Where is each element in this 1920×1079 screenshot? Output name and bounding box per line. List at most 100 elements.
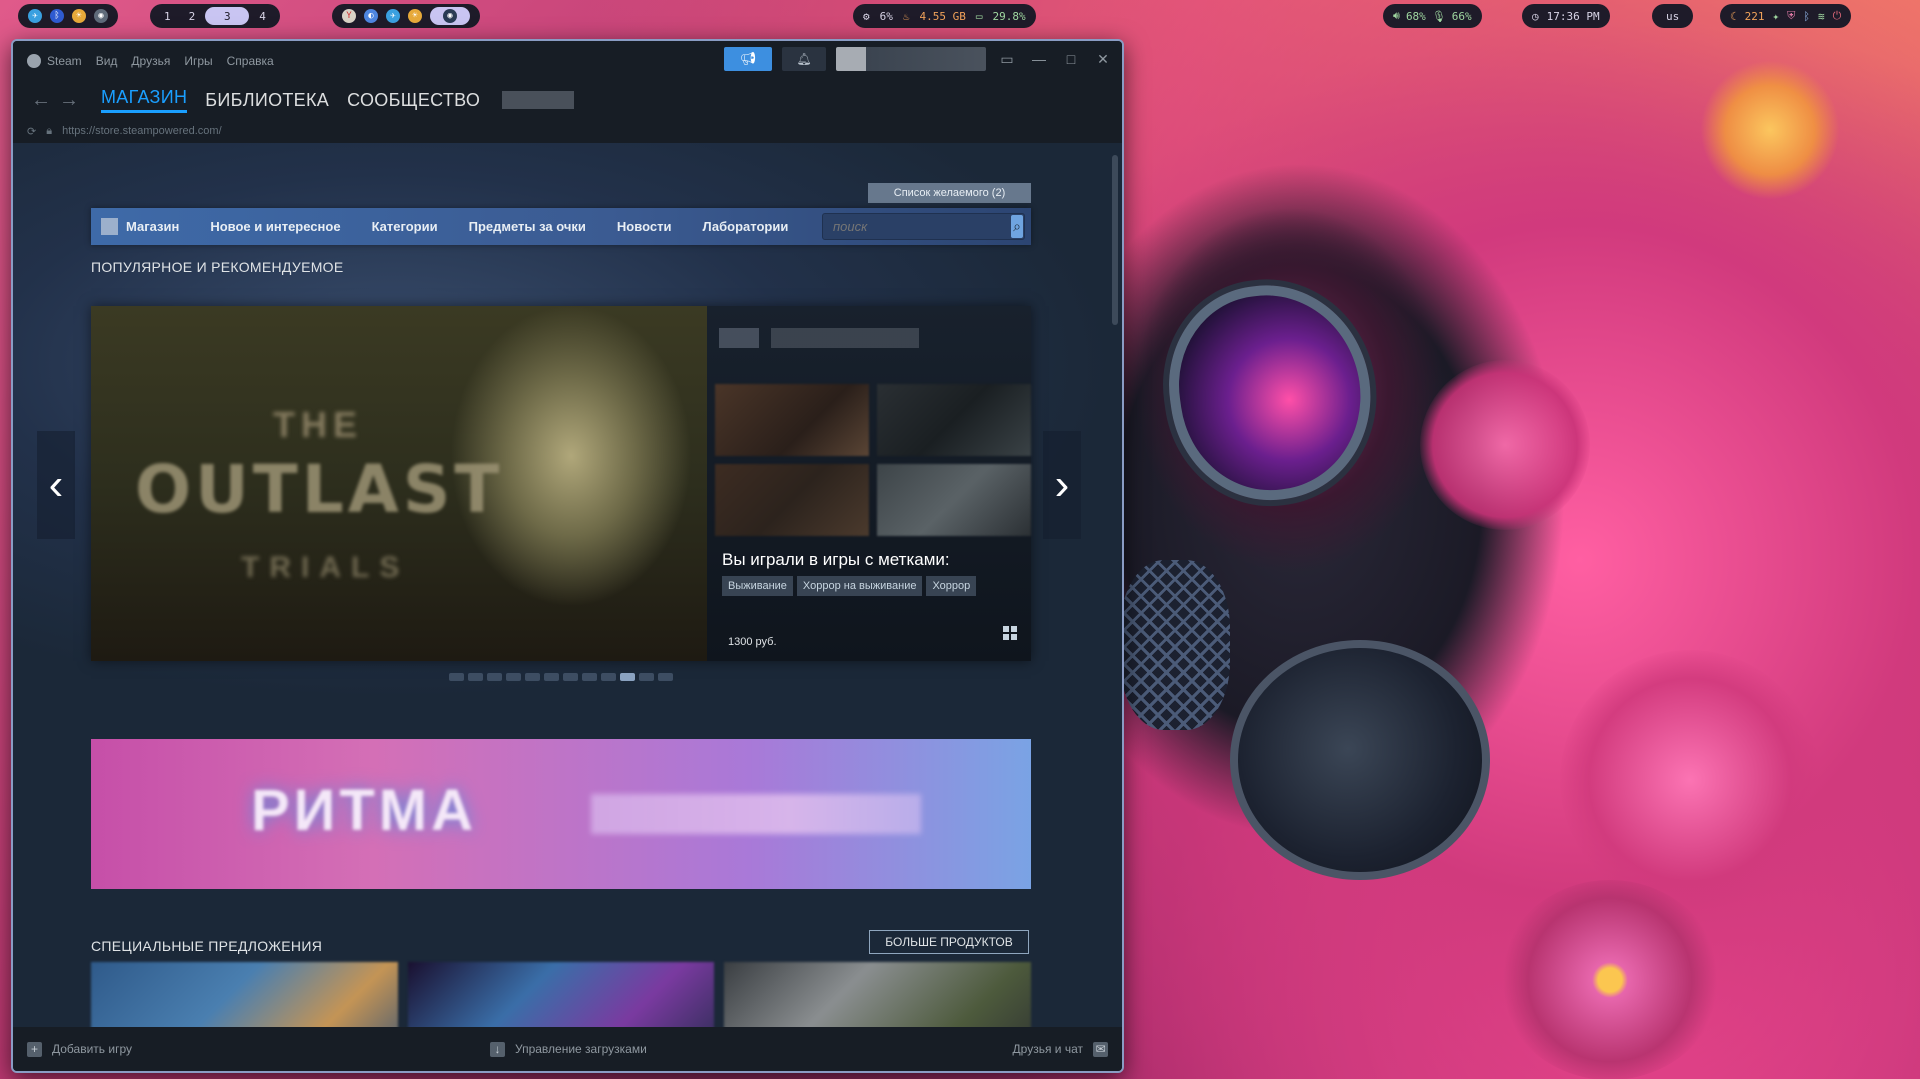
wifi-icon[interactable]: ≋ bbox=[1818, 10, 1825, 23]
more-products-button[interactable]: БОЛЬШЕ ПРОДУКТОВ bbox=[869, 930, 1029, 954]
search-icon: ⌕ bbox=[1013, 218, 1021, 234]
bluetooth-icon[interactable]: ᛒ bbox=[1803, 10, 1810, 23]
menu-help[interactable]: Справка bbox=[227, 54, 274, 68]
system-monitor: ⚙ 6% ♨ 4.55 GB ▭ 29.8% bbox=[853, 4, 1036, 28]
steam-tray-icon[interactable]: ◉ bbox=[94, 9, 108, 23]
notification-icon[interactable]: ☾ bbox=[1730, 10, 1737, 23]
tab-profile[interactable] bbox=[502, 91, 575, 109]
yandex-icon[interactable]: Y bbox=[342, 9, 356, 23]
audio-widget[interactable]: 🔊︎ 68% 🎙︎ 66% bbox=[1383, 4, 1482, 28]
carousel-dot[interactable] bbox=[658, 673, 673, 681]
workspace-2[interactable]: 2 bbox=[181, 7, 204, 25]
telegram-icon[interactable]: ✈ bbox=[28, 9, 42, 23]
screenshot-thumbnail[interactable] bbox=[877, 384, 1031, 456]
bluetooth-icon[interactable]: ᛒ bbox=[50, 9, 64, 23]
carousel-dot[interactable] bbox=[449, 673, 464, 681]
menu-games[interactable]: Игры bbox=[184, 54, 212, 68]
announcements-button[interactable]: 📢︎ bbox=[724, 47, 772, 71]
steam-footer: + Добавить игру ↓ Управление загрузками … bbox=[13, 1027, 1122, 1071]
close-button[interactable]: ✕ bbox=[1092, 51, 1114, 68]
store-home-icon bbox=[101, 218, 118, 235]
battery-icon: ▭ bbox=[975, 9, 983, 23]
tray-apps-center: Y ◐ ✈ ☀ ◉ bbox=[332, 4, 480, 28]
store-nav-store[interactable]: Магазин bbox=[126, 219, 179, 234]
store-nav-points[interactable]: Предметы за очки bbox=[469, 219, 586, 234]
page-scrollbar[interactable] bbox=[1112, 155, 1118, 325]
menu-view[interactable]: Вид bbox=[96, 54, 118, 68]
steam-menu: Steam Вид Друзья Игры Справка bbox=[13, 54, 274, 69]
carousel-dot[interactable] bbox=[601, 673, 616, 681]
minimize-button[interactable]: — bbox=[1028, 51, 1050, 67]
carousel-dot[interactable] bbox=[639, 673, 654, 681]
menu-friends[interactable]: Друзья bbox=[131, 54, 170, 68]
clock-widget[interactable]: ◷ 17:36 PM bbox=[1522, 4, 1610, 28]
wishlist-button[interactable]: Список желаемого (2) bbox=[868, 183, 1031, 203]
notifications-button[interactable]: 🔔︎ bbox=[782, 47, 826, 71]
recommendation-reason: Вы играли в игры с метками: bbox=[722, 550, 950, 569]
friends-chat-button[interactable]: Друзья и чат ✉ bbox=[1013, 1041, 1108, 1057]
maximize-button[interactable]: □ bbox=[1060, 51, 1082, 67]
carousel-dot[interactable] bbox=[487, 673, 502, 681]
workspace-1[interactable]: 1 bbox=[156, 7, 179, 25]
special-offer-card[interactable] bbox=[724, 962, 1032, 1027]
messenger-icon[interactable]: ◐ bbox=[364, 9, 378, 23]
wallpaper-flower bbox=[1560, 650, 1820, 910]
reload-icon[interactable]: ⟳ bbox=[27, 125, 36, 138]
screenshot-thumbnail[interactable] bbox=[877, 464, 1031, 536]
add-game-button[interactable]: + Добавить игру bbox=[27, 1041, 132, 1057]
big-picture-icon[interactable]: ▭ bbox=[996, 51, 1018, 68]
workspace-4[interactable]: 4 bbox=[251, 7, 274, 25]
keyboard-layout[interactable]: us bbox=[1652, 4, 1694, 28]
store-search: ⌕ bbox=[822, 213, 1025, 240]
carousel-dot[interactable] bbox=[582, 673, 597, 681]
weather-icon[interactable]: ☀ bbox=[72, 9, 86, 23]
cpu-usage: 6% bbox=[879, 9, 893, 23]
workspace-3[interactable]: 3 bbox=[205, 7, 250, 25]
screenshot-thumbnail[interactable] bbox=[715, 464, 869, 536]
store-nav-news[interactable]: Новости bbox=[617, 219, 672, 234]
store-nav-categories[interactable]: Категории bbox=[372, 219, 438, 234]
tag-survival[interactable]: Выживание bbox=[722, 576, 793, 596]
downloads-button[interactable]: ↓ Управление загрузками bbox=[490, 1041, 647, 1057]
carousel-prev-button[interactable]: ‹ bbox=[37, 431, 75, 539]
banner-title: РИТМА bbox=[251, 778, 478, 843]
search-button[interactable]: ⌕ bbox=[1011, 215, 1023, 238]
screenshot-thumbnail[interactable] bbox=[715, 384, 869, 456]
bell-icon[interactable]: ✦ bbox=[1773, 10, 1780, 23]
promo-banner[interactable]: РИТМА bbox=[91, 739, 1031, 889]
carousel-dot[interactable] bbox=[468, 673, 483, 681]
menu-steam[interactable]: Steam bbox=[27, 54, 82, 69]
store-nav-labs[interactable]: Лаборатории bbox=[702, 219, 788, 234]
shield-icon[interactable]: ⛨ bbox=[1787, 9, 1795, 23]
carousel-dot[interactable] bbox=[620, 673, 635, 681]
carousel-dot[interactable] bbox=[563, 673, 578, 681]
forward-arrow-icon[interactable]: → bbox=[55, 89, 83, 112]
mic-icon: 🎙︎ bbox=[1431, 9, 1446, 23]
special-offer-card[interactable] bbox=[91, 962, 398, 1027]
battery-level: 29.8% bbox=[992, 9, 1026, 23]
steam-taskbar-item[interactable]: ◉ bbox=[430, 7, 470, 25]
tag-horror[interactable]: Хоррор bbox=[926, 576, 977, 596]
chevron-right-icon: › bbox=[1054, 460, 1070, 509]
weather-icon[interactable]: ☀ bbox=[408, 9, 422, 23]
wallpaper-mask-filter bbox=[1230, 640, 1490, 880]
carousel-dot[interactable] bbox=[506, 673, 521, 681]
featured-game-card[interactable]: THE OUTLAST TRIALS Вы играли в игры с ме… bbox=[91, 306, 1031, 661]
carousel-dot[interactable] bbox=[525, 673, 540, 681]
search-input[interactable] bbox=[823, 219, 1011, 234]
store-nav-new[interactable]: Новое и интересное bbox=[210, 219, 340, 234]
carousel-next-button[interactable]: › bbox=[1043, 431, 1081, 539]
telegram-icon[interactable]: ✈ bbox=[386, 9, 400, 23]
power-icon[interactable]: ⏻ bbox=[1833, 9, 1842, 23]
tag-survival-horror[interactable]: Хоррор на выживание bbox=[796, 576, 923, 596]
downloads-label: Управление загрузками bbox=[515, 1042, 647, 1056]
tab-library[interactable]: БИБЛИОТЕКА bbox=[205, 90, 329, 111]
page-url[interactable]: https://store.steampowered.com/ bbox=[62, 125, 222, 137]
special-offer-card[interactable] bbox=[407, 962, 715, 1027]
tab-community[interactable]: СООБЩЕСТВО bbox=[347, 90, 480, 111]
back-arrow-icon[interactable]: ← bbox=[27, 89, 55, 112]
account-menu[interactable] bbox=[836, 47, 986, 71]
tab-store[interactable]: МАГАЗИН bbox=[101, 87, 188, 113]
carousel-dot[interactable] bbox=[544, 673, 559, 681]
featured-game-capsule[interactable]: THE OUTLAST TRIALS bbox=[91, 306, 707, 661]
